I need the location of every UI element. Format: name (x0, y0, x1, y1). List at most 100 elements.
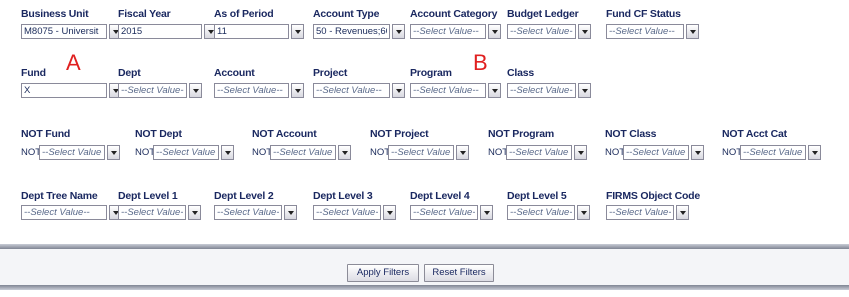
not-fund-select[interactable]: --Select Value-- (39, 145, 105, 160)
program-select[interactable]: --Select Value-- (410, 83, 486, 98)
program-selected-value: --Select Value-- (413, 85, 479, 96)
chevron-down-icon[interactable] (676, 205, 689, 220)
not-dept-label: NOT Dept (135, 128, 182, 140)
fund-cf-status-selected-value: --Select Value-- (609, 26, 675, 37)
fund-cf-status-select[interactable]: --Select Value-- (606, 24, 684, 39)
not-acct-cat-selected-value: --Select Value-- (743, 147, 803, 158)
fiscal-year-select[interactable]: 2015 (118, 24, 202, 39)
not-program-label: NOT Program (488, 128, 555, 140)
account-type-select[interactable]: 50 - Revenues;60 (313, 24, 390, 39)
chevron-down-icon[interactable] (488, 24, 501, 39)
chevron-down-icon[interactable] (107, 145, 120, 160)
chevron-down-icon[interactable] (291, 24, 304, 39)
account-type-selected-value: 50 - Revenues;60 (316, 26, 387, 37)
account-category-selected-value: --Select Value-- (413, 26, 479, 37)
chevron-down-icon[interactable] (578, 83, 591, 98)
not-project-select[interactable]: --Select Value-- (388, 145, 454, 160)
firms-object-code-label: FIRMS Object Code (606, 190, 701, 202)
account-type-label: Account Type (313, 8, 380, 20)
dept-level-4-selected-value: --Select Value-- (413, 207, 475, 218)
chevron-down-icon[interactable] (456, 145, 469, 160)
dept-tree-name-selected-value: --Select Value-- (24, 207, 90, 218)
business-unit-label: Business Unit (21, 8, 89, 20)
dept-level-1-selected-value: --Select Value-- (121, 207, 183, 218)
not-account-label: NOT Account (252, 128, 317, 140)
budget-ledger-label: Budget Ledger (507, 8, 579, 20)
chevron-down-icon[interactable] (578, 24, 591, 39)
as-of-period-label: As of Period (214, 8, 274, 20)
business-unit-select[interactable]: M8075 - Universit (21, 24, 107, 39)
marker-a: A (66, 50, 81, 75)
fund-cf-status-label: Fund CF Status (606, 8, 681, 20)
not-acct-cat-label: NOT Acct Cat (722, 128, 787, 140)
dept-level-3-select[interactable]: --Select Value-- (313, 205, 381, 220)
chevron-down-icon[interactable] (392, 83, 405, 98)
not-fund-selected-value: --Select Value-- (42, 147, 102, 158)
not-dept-selected-value: --Select Value-- (156, 147, 216, 158)
chevron-down-icon[interactable] (686, 24, 699, 39)
chevron-down-icon[interactable] (338, 145, 351, 160)
apply-filters-button[interactable]: Apply Filters (347, 264, 419, 282)
fiscal-year-label: Fiscal Year (118, 8, 171, 20)
chevron-down-icon[interactable] (291, 83, 304, 98)
dept-level-1-label: Dept Level 1 (118, 190, 178, 202)
chevron-down-icon[interactable] (480, 205, 493, 220)
not-account-selected-value: --Select Value-- (273, 147, 333, 158)
not-program-select[interactable]: --Select Value-- (506, 145, 572, 160)
chevron-down-icon[interactable] (577, 205, 590, 220)
dept-level-2-label: Dept Level 2 (214, 190, 274, 202)
as-of-period-selected-value: 11 (217, 26, 227, 37)
dept-level-4-select[interactable]: --Select Value-- (410, 205, 478, 220)
account-category-select[interactable]: --Select Value-- (410, 24, 486, 39)
chevron-down-icon[interactable] (574, 145, 587, 160)
dept-level-5-select[interactable]: --Select Value-- (507, 205, 575, 220)
project-label: Project (313, 67, 348, 79)
project-select[interactable]: --Select Value-- (313, 83, 390, 98)
dept-level-2-select[interactable]: --Select Value-- (214, 205, 282, 220)
not-class-selected-value: --Select Value-- (626, 147, 686, 158)
dept-level-5-selected-value: --Select Value-- (510, 207, 572, 218)
firms-object-code-select[interactable]: --Select Value-- (606, 205, 674, 220)
chevron-down-icon[interactable] (488, 83, 501, 98)
chevron-down-icon[interactable] (188, 205, 201, 220)
dept-tree-name-select[interactable]: --Select Value-- (21, 205, 107, 220)
as-of-period-select[interactable]: 11 (214, 24, 289, 39)
dept-level-3-selected-value: --Select Value-- (316, 207, 378, 218)
budget-ledger-select[interactable]: --Select Value-- (507, 24, 576, 39)
chevron-down-icon[interactable] (284, 205, 297, 220)
chevron-down-icon[interactable] (808, 145, 821, 160)
dept-tree-name-label: Dept Tree Name (21, 190, 98, 202)
fund-select[interactable]: X (21, 83, 107, 98)
dept-level-4-label: Dept Level 4 (410, 190, 470, 202)
account-select[interactable]: --Select Value-- (214, 83, 289, 98)
firms-object-code-selected-value: --Select Value-- (609, 207, 671, 218)
not-acct-cat-select[interactable]: --Select Value-- (740, 145, 806, 160)
dept-select[interactable]: --Select Value-- (118, 83, 187, 98)
dept-level-1-select[interactable]: --Select Value-- (118, 205, 186, 220)
not-class-select[interactable]: --Select Value-- (623, 145, 689, 160)
chevron-down-icon[interactable] (383, 205, 396, 220)
class-select[interactable]: --Select Value-- (507, 83, 576, 98)
dept-level-3-label: Dept Level 3 (313, 190, 373, 202)
not-fund-label: NOT Fund (21, 128, 71, 140)
fund-selected-value: X (24, 85, 31, 96)
not-project-selected-value: --Select Value-- (391, 147, 451, 158)
dept-level-2-selected-value: --Select Value-- (217, 207, 279, 218)
budget-ledger-selected-value: --Select Value-- (510, 26, 573, 37)
chevron-down-icon[interactable] (189, 83, 202, 98)
not-program-selected-value: --Select Value-- (509, 147, 569, 158)
class-selected-value: --Select Value-- (510, 85, 573, 96)
chevron-down-icon[interactable] (691, 145, 704, 160)
not-project-label: NOT Project (370, 128, 429, 140)
reset-filters-button[interactable]: Reset Filters (424, 264, 494, 282)
account-category-label: Account Category (410, 8, 498, 20)
fiscal-year-selected-value: 2015 (121, 26, 143, 37)
chevron-down-icon[interactable] (221, 145, 234, 160)
not-account-select[interactable]: --Select Value-- (270, 145, 336, 160)
program-label: Program (410, 67, 452, 79)
toolbar-bottom-rule (0, 285, 849, 290)
not-dept-select[interactable]: --Select Value-- (153, 145, 219, 160)
marker-b: B (473, 50, 488, 75)
chevron-down-icon[interactable] (392, 24, 405, 39)
fund-label: Fund (21, 67, 46, 79)
